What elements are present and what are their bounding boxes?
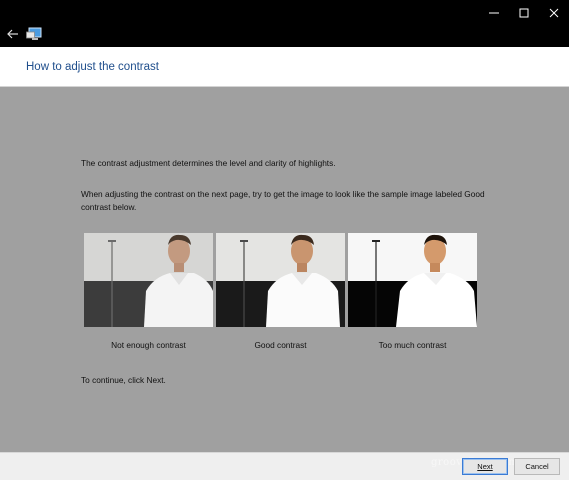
sample-image-good-contrast	[216, 233, 345, 327]
intro-text: The contrast adjustment determines the l…	[81, 158, 336, 168]
back-arrow-icon	[7, 29, 18, 39]
sample-image-low-contrast	[84, 233, 213, 327]
page-title: How to adjust the contrast	[26, 61, 159, 73]
minimize-icon	[489, 12, 499, 14]
title-bar	[0, 0, 569, 47]
nav-row	[0, 24, 42, 44]
maximize-icon	[519, 8, 529, 18]
instruction-text: When adjusting the contrast on the next …	[81, 189, 485, 212]
wizard-content: The contrast adjustment determines the l…	[0, 87, 569, 452]
wizard-footer: groovyPost.com Next Cancel	[0, 452, 569, 480]
close-button[interactable]	[539, 0, 569, 26]
caption-not-enough-contrast: Not enough contrast	[111, 340, 186, 350]
next-button[interactable]: Next	[462, 458, 508, 475]
continue-text: To continue, click Next.	[81, 375, 166, 385]
cancel-button[interactable]: Cancel	[514, 458, 560, 475]
wizard-header: How to adjust the contrast	[0, 47, 569, 87]
close-icon	[549, 8, 559, 18]
back-button[interactable]	[2, 24, 24, 44]
caption-good-contrast: Good contrast	[254, 340, 307, 350]
minimize-button[interactable]	[479, 0, 509, 26]
maximize-button[interactable]	[509, 0, 539, 26]
cancel-button-label: Cancel	[525, 462, 549, 471]
next-button-label: Next	[477, 462, 493, 471]
window-controls	[479, 0, 569, 26]
sample-image-high-contrast	[348, 233, 477, 327]
display-settings-icon	[26, 27, 42, 40]
calibration-window: How to adjust the contrast The contrast …	[0, 0, 569, 480]
caption-too-much-contrast: Too much contrast	[378, 340, 447, 350]
